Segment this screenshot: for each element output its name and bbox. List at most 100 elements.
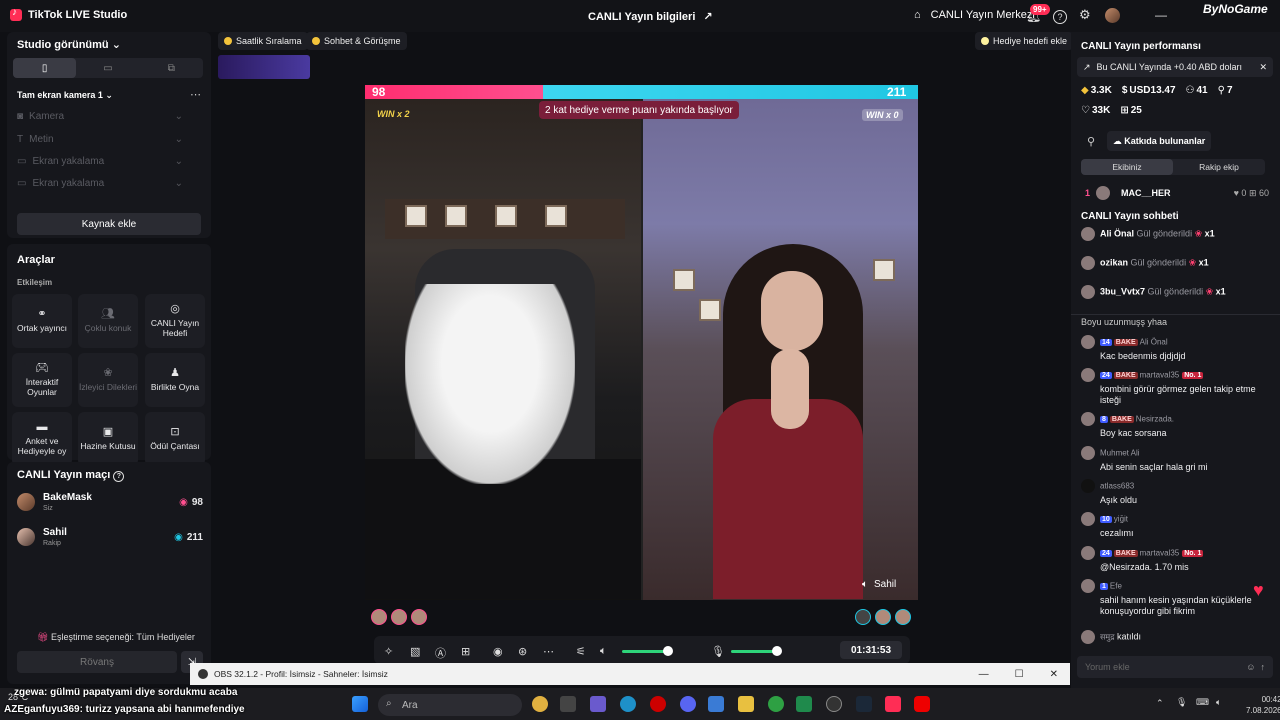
supporter-avatar[interactable] — [371, 609, 387, 625]
supporter-avatar[interactable] — [391, 609, 407, 625]
network-icon[interactable]: ⌨ — [1196, 697, 1209, 708]
top-contributor-row[interactable]: 1 MAC__HER ♥ 0 ⊞ 60 — [1085, 186, 1269, 200]
minimize-button[interactable]: — — [1155, 8, 1167, 22]
chat-message: atlass683 Aşık oldu — [1081, 479, 1273, 506]
app-icon[interactable] — [560, 696, 576, 712]
tab-your-team[interactable]: Ekibiniz — [1081, 159, 1173, 175]
tool-treasure[interactable]: ▣ Hazine Kutusu — [78, 412, 138, 466]
live-match-panel: CANLI Yayın maçı ? BakeMask Siz ◉ 98 Sahil… — [7, 462, 211, 684]
source-item[interactable]: ▭ Ekran yakalama ⌄ — [17, 178, 183, 189]
opera-icon[interactable] — [650, 696, 666, 712]
teams-icon[interactable] — [590, 696, 606, 712]
mic-icon[interactable]: 🎙︎ — [1176, 697, 1187, 708]
record-icon[interactable]: ◉ — [493, 645, 503, 658]
magic-wand-icon[interactable]: ✧ — [384, 645, 393, 658]
obs-window-bar: OBS 32.1.2 - Profil: İsimsiz - Sahneler:… — [190, 663, 1070, 685]
clock[interactable]: 00:42 7.08.2026 — [1246, 694, 1280, 716]
gift-message: Ali Önal Gül gönderildi ❀ x1 — [1081, 227, 1273, 241]
minimize-button[interactable]: — — [979, 669, 989, 680]
youtube-icon[interactable] — [914, 696, 930, 712]
rematch-button[interactable]: Rövanş — [17, 651, 177, 673]
tool-multi-guest[interactable]: 👥︎ Çoklu konuk — [78, 294, 138, 348]
windows-start-icon[interactable] — [352, 696, 368, 712]
tool-games[interactable]: 🎮︎ İnteraktif Oyunlar — [12, 353, 72, 407]
face — [761, 271, 823, 351]
volume-icon[interactable]: 🔈︎ — [600, 645, 607, 658]
steam-icon[interactable] — [856, 696, 872, 712]
mic-icon[interactable]: 🎙︎ — [711, 645, 725, 658]
mic-slider[interactable] — [731, 650, 777, 653]
pairing-option[interactable]: 🎁︎ Eşleştirme seçeneği: Tüm Hediyeler — [37, 632, 195, 643]
battle-video: 98 211 2 kat hediye verme puanı yakında … — [365, 85, 918, 600]
supporter-avatar[interactable] — [875, 609, 891, 625]
source-item[interactable]: T Metin ⌄ — [17, 134, 183, 145]
supporter-avatar[interactable] — [855, 609, 871, 625]
search-icon: ⌕ — [386, 698, 392, 709]
send-icon: ↑ — [1260, 662, 1266, 672]
discord-icon[interactable] — [680, 696, 696, 712]
gear-icon[interactable]: ⚙ — [1079, 7, 1091, 23]
tab-rival-team[interactable]: Rakip ekip — [1173, 159, 1265, 175]
users-icon: 👥︎ — [101, 308, 115, 320]
obs-logo-icon — [198, 669, 208, 679]
tool-live-goal[interactable]: ◎ CANLI Yayın Hedefi — [145, 294, 205, 348]
add-user-icon[interactable]: ⚲ — [1087, 135, 1095, 148]
app-icon[interactable] — [708, 696, 724, 712]
live-timer: 01:31:53 — [840, 641, 902, 659]
source-item[interactable]: ▭ Ekran yakalama ⌄ — [17, 156, 183, 167]
more-icon[interactable]: ⋯ — [190, 88, 201, 101]
tool-play-together[interactable]: ♟ Birlikte Oyna — [145, 353, 205, 407]
overlay-icon[interactable]: ⊞ — [461, 645, 470, 658]
avatar — [1096, 186, 1111, 200]
tool-poll[interactable]: ▬ Anket ve Hediyeyle oy — [12, 412, 72, 466]
tool-reward-bag[interactable]: ⊡ Ödül Çantası — [145, 412, 205, 466]
more-icon[interactable]: ⋯ — [543, 645, 554, 658]
live-info-button[interactable]: CANLI Yayın bilgileri ↗ — [588, 10, 713, 24]
chrome-icon[interactable] — [532, 696, 548, 712]
close-button[interactable]: ✕ — [1050, 669, 1058, 680]
poll-icon: ▬ — [36, 421, 48, 433]
opponent-nametag: 🔈︎ Sahil — [862, 579, 897, 590]
effects-icon[interactable]: ▧ — [410, 645, 420, 658]
portrait-tab[interactable]: ▯ — [13, 58, 77, 78]
add-source-button[interactable]: Kaynak ekle — [17, 213, 201, 235]
event-banner[interactable] — [218, 55, 310, 79]
close-icon[interactable]: ✕ — [1259, 62, 1267, 73]
studio-view-dropdown[interactable]: Studio görünümü ⌄ — [17, 38, 121, 51]
obs-taskbar-icon[interactable] — [826, 696, 842, 712]
taskbar-search[interactable]: ⌕ Ara — [378, 694, 522, 716]
ai-icon[interactable]: Ⓐ — [435, 645, 446, 661]
earnings-notice: ↗ Bu CANLI Yayında +0.40 ABD doları ✕ — [1077, 57, 1273, 77]
app-icon[interactable] — [796, 696, 812, 712]
live-center-link[interactable]: CANLI Yayın Merkezi — [931, 9, 1035, 21]
source-item[interactable]: ◙ Kamera ⌄ — [17, 111, 183, 122]
hourly-ranking-chip[interactable]: Saatlik Sıralama — [218, 32, 308, 50]
speaker-icon[interactable]: 🔈︎ — [1216, 697, 1221, 708]
volume-slider[interactable] — [622, 650, 668, 653]
tool-wishes[interactable]: ❀ İzleyici Dilekleri — [78, 353, 138, 407]
chat-message: 24 BAKE martaval35 No. 1 @Nesirzada. 1.70 m… — [1081, 546, 1273, 573]
edge-icon[interactable] — [620, 696, 636, 712]
chat-call-chip[interactable]: Sohbet & Görüşme — [306, 32, 407, 50]
maximize-button[interactable]: ☐ — [1015, 669, 1024, 680]
chrome-icon[interactable] — [768, 696, 784, 712]
supporter-avatar[interactable] — [895, 609, 911, 625]
comment-input[interactable]: Yorum ekle ☺ ↑ — [1077, 656, 1273, 678]
tiktok-icon[interactable] — [885, 696, 901, 712]
mic-knob[interactable] — [772, 646, 782, 656]
add-gift-goal-chip[interactable]: Hediye hedefi ekle — [975, 32, 1074, 50]
landscape-tab[interactable]: ▭ — [76, 58, 139, 78]
dollar-icon: $ — [1121, 85, 1128, 96]
tool-cohost[interactable]: ⚭ Ortak yayıncı — [12, 294, 72, 348]
dual-tab[interactable]: ⧉ — [140, 58, 203, 78]
folder-icon[interactable] — [738, 696, 754, 712]
volume-knob[interactable] — [663, 646, 673, 656]
profile-avatar[interactable] — [1105, 8, 1120, 23]
contributors-button[interactable]: ☁ Katkıda bulunanlar — [1107, 131, 1211, 151]
help-icon[interactable]: ? — [1053, 10, 1067, 24]
capture-icon[interactable]: ⊛ — [518, 645, 527, 658]
tray-chevron-icon[interactable]: ⌃ — [1156, 698, 1164, 709]
scene-dropdown[interactable]: Tam ekran kamera 1 ⌄ — [17, 90, 113, 101]
mixer-icon[interactable]: ⚟ — [576, 645, 586, 658]
supporter-avatar[interactable] — [411, 609, 427, 625]
